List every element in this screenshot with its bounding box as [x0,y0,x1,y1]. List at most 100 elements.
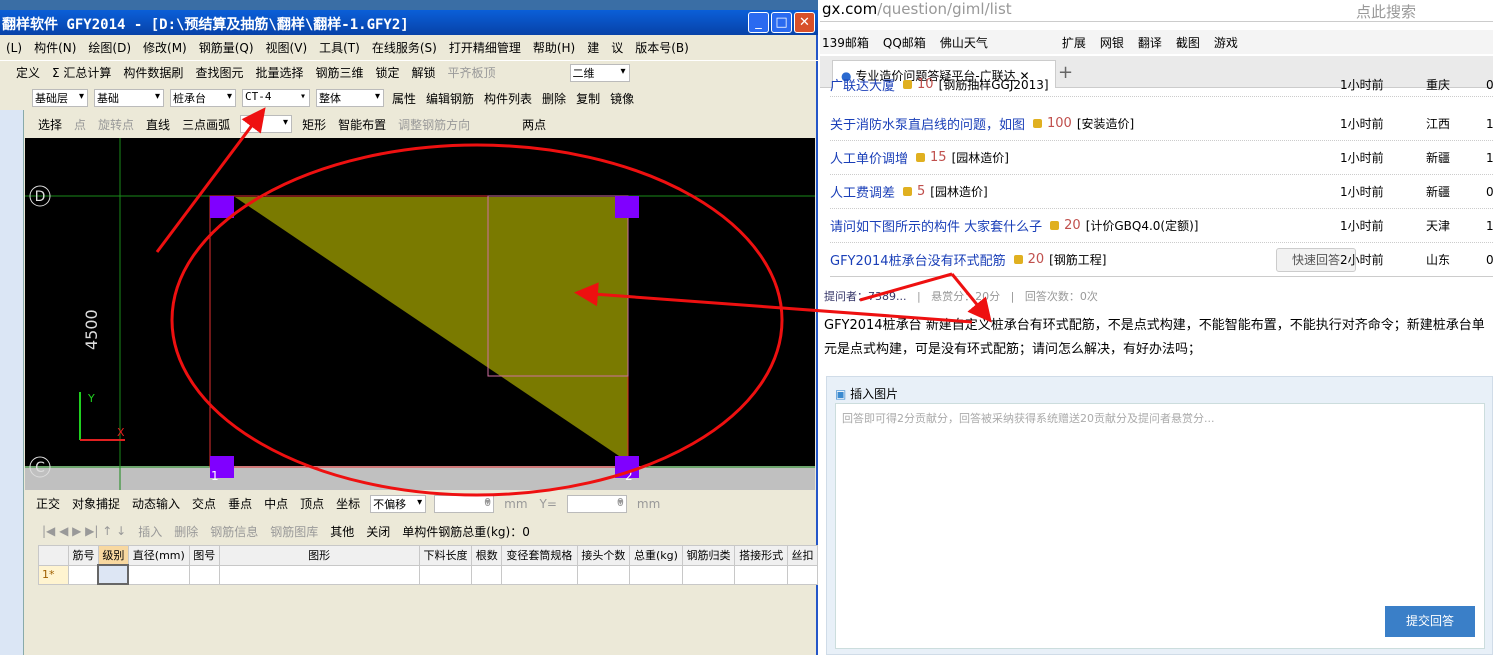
close-button[interactable]: ✕ [794,12,815,33]
bookmark[interactable]: 游戏 [1214,34,1238,51]
table-row[interactable]: 1* [38,564,819,585]
question-link[interactable]: 人工费调差 [830,182,895,201]
menu-item[interactable]: 工具(T) [317,39,362,56]
batch-select-button[interactable]: 批量选择 [253,64,305,81]
unlock-button[interactable]: 解锁 [410,64,438,81]
question-link[interactable]: 广联达大厦 [830,75,895,94]
bookmark[interactable]: QQ邮箱 [883,34,926,51]
sum-calc-button[interactable]: Σ 汇总计算 [50,64,113,81]
menu-item[interactable]: 打开精细管理 [447,39,523,56]
delete-button[interactable]: 删除 [540,90,568,107]
menu-item[interactable]: 议 [609,39,625,56]
search-box[interactable]: 点此搜索 [1356,1,1416,22]
col-header[interactable]: 下料长度 [418,545,473,566]
offset-select[interactable]: 不偏移 [370,494,427,513]
menu-item[interactable]: 建 [585,39,601,56]
bookmark[interactable]: 网银 [1100,34,1124,51]
component-list-button[interactable]: 构件列表 [482,90,534,107]
col-header[interactable]: 丝扣 [786,545,819,566]
nav-buttons[interactable]: |◀ ◀ ▶ ▶| ↑ ↓ [40,524,128,538]
midpoint-snap[interactable]: 中点 [262,495,290,512]
insert-button[interactable]: 插入 [136,523,164,540]
adjust-rebar-direction-button[interactable]: 调整钢筋方向 [396,116,472,133]
rebar-info-button[interactable]: 钢筋信息 [208,523,260,540]
maximize-button[interactable]: □ [771,12,792,33]
component-select[interactable]: CT-4 [242,89,310,107]
define-button[interactable]: 定义 [4,64,42,81]
coordinate-snap[interactable]: 坐标 [334,495,362,512]
type-select[interactable]: 桩承台 [170,89,236,107]
bookmark[interactable]: 翻译 [1138,34,1162,51]
draw-option-select[interactable] [240,115,293,133]
intersection-snap[interactable]: 交点 [190,495,218,512]
point-button[interactable]: 点 [72,116,88,133]
object-snap-toggle[interactable]: 对象捕捉 [70,495,122,512]
col-header[interactable]: 图形 [218,545,420,566]
menu-item[interactable]: 修改(M) [141,39,189,56]
dynamic-input-toggle[interactable]: 动态输入 [130,495,182,512]
view-mode-select[interactable]: 二维 [569,63,630,82]
select-button[interactable]: 选择 [36,116,64,133]
category-select[interactable]: 基础 [94,89,164,107]
bookmark[interactable]: 139邮箱 [822,34,869,51]
bookmark[interactable]: 扩展 [1062,34,1086,51]
corner-grip[interactable] [615,196,639,218]
menu-item[interactable]: 在线服务(S) [370,39,439,56]
rotate-point-button[interactable]: 旋转点 [96,116,136,133]
close-panel-button[interactable]: 关闭 [364,523,392,540]
rectangle-button[interactable]: 矩形 [300,116,328,133]
col-header[interactable]: 级别 [97,545,129,566]
delete-row-button[interactable]: 删除 [172,523,200,540]
x-input[interactable]: 0 [434,494,495,513]
col-header[interactable]: 图号 [188,545,220,566]
scope-select[interactable]: 整体 [316,89,384,107]
other-button[interactable]: 其他 [328,523,356,540]
question-link[interactable]: 请问如下图所示的构件 大家套什么子 [830,216,1042,235]
col-header[interactable]: 根数 [471,545,503,566]
col-header[interactable]: 搭接形式 [734,545,788,566]
question-link[interactable]: GFY2014桩承台没有环式配筋 [830,250,1006,269]
lock-button[interactable]: 锁定 [373,64,401,81]
question-link[interactable]: 人工单价调增 [830,148,908,167]
col-header[interactable]: 总重(kg) [629,545,683,566]
menu-item[interactable]: (L) [4,41,24,55]
ortho-toggle[interactable]: 正交 [34,495,62,512]
bookmark[interactable]: 截图 [1176,34,1200,51]
arc-button[interactable]: 三点画弧 [180,116,232,133]
find-button[interactable]: 查找图元 [193,64,245,81]
smart-layout-button[interactable]: 智能布置 [336,116,388,133]
vertex-snap[interactable]: 顶点 [298,495,326,512]
minimize-button[interactable]: _ [748,12,769,33]
menu-item[interactable]: 版本号(B) [633,39,691,56]
menu-item[interactable]: 钢筋量(Q) [197,39,256,56]
mirror-button[interactable]: 镜像 [608,90,636,107]
perpendicular-snap[interactable]: 垂点 [226,495,254,512]
rebar-3d-button[interactable]: 钢筋三维 [313,64,365,81]
pile-cap-triangle[interactable] [235,197,628,462]
bookmark[interactable]: 佛山天气 [940,34,988,51]
submit-answer-button[interactable]: 提交回答 [1385,606,1475,637]
insert-image-button[interactable]: ▣ 插入图片 [835,385,898,402]
menu-item[interactable]: 视图(V) [264,39,310,56]
menu-item[interactable]: 帮助(H) [531,39,577,56]
format-brush-button[interactable]: 构件数据刷 [121,64,185,81]
flush-top-button[interactable]: 平齐板顶 [446,64,498,81]
rebar-library-button[interactable]: 钢筋图库 [268,523,320,540]
drawing-canvas[interactable]: D C 4500 1 2 Y X [25,138,815,490]
col-header[interactable]: 接头个数 [576,545,631,566]
y-input[interactable]: 0 [566,494,627,513]
line-button[interactable]: 直线 [144,116,172,133]
question-link[interactable]: 关于消防水泵直启线的问题，如图 [830,114,1025,133]
floor-select[interactable]: 基础层 [32,89,88,107]
properties-button[interactable]: 属性 [390,90,418,107]
grade-cell[interactable] [97,564,130,585]
menu-item[interactable]: 绘图(D) [86,39,133,56]
col-header[interactable]: 钢筋归类 [681,545,736,566]
col-header[interactable]: 变径套筒规格 [501,545,578,566]
col-header[interactable]: 直径(mm) [127,545,190,566]
corner-grip[interactable] [210,196,234,218]
two-point-button[interactable]: 两点 [520,116,548,133]
edit-rebar-button[interactable]: 编辑钢筋 [424,90,476,107]
address-bar[interactable]: gx.com/question/giml/list 点此搜索 [820,0,1493,22]
menu-item[interactable]: 构件(N) [32,39,78,56]
